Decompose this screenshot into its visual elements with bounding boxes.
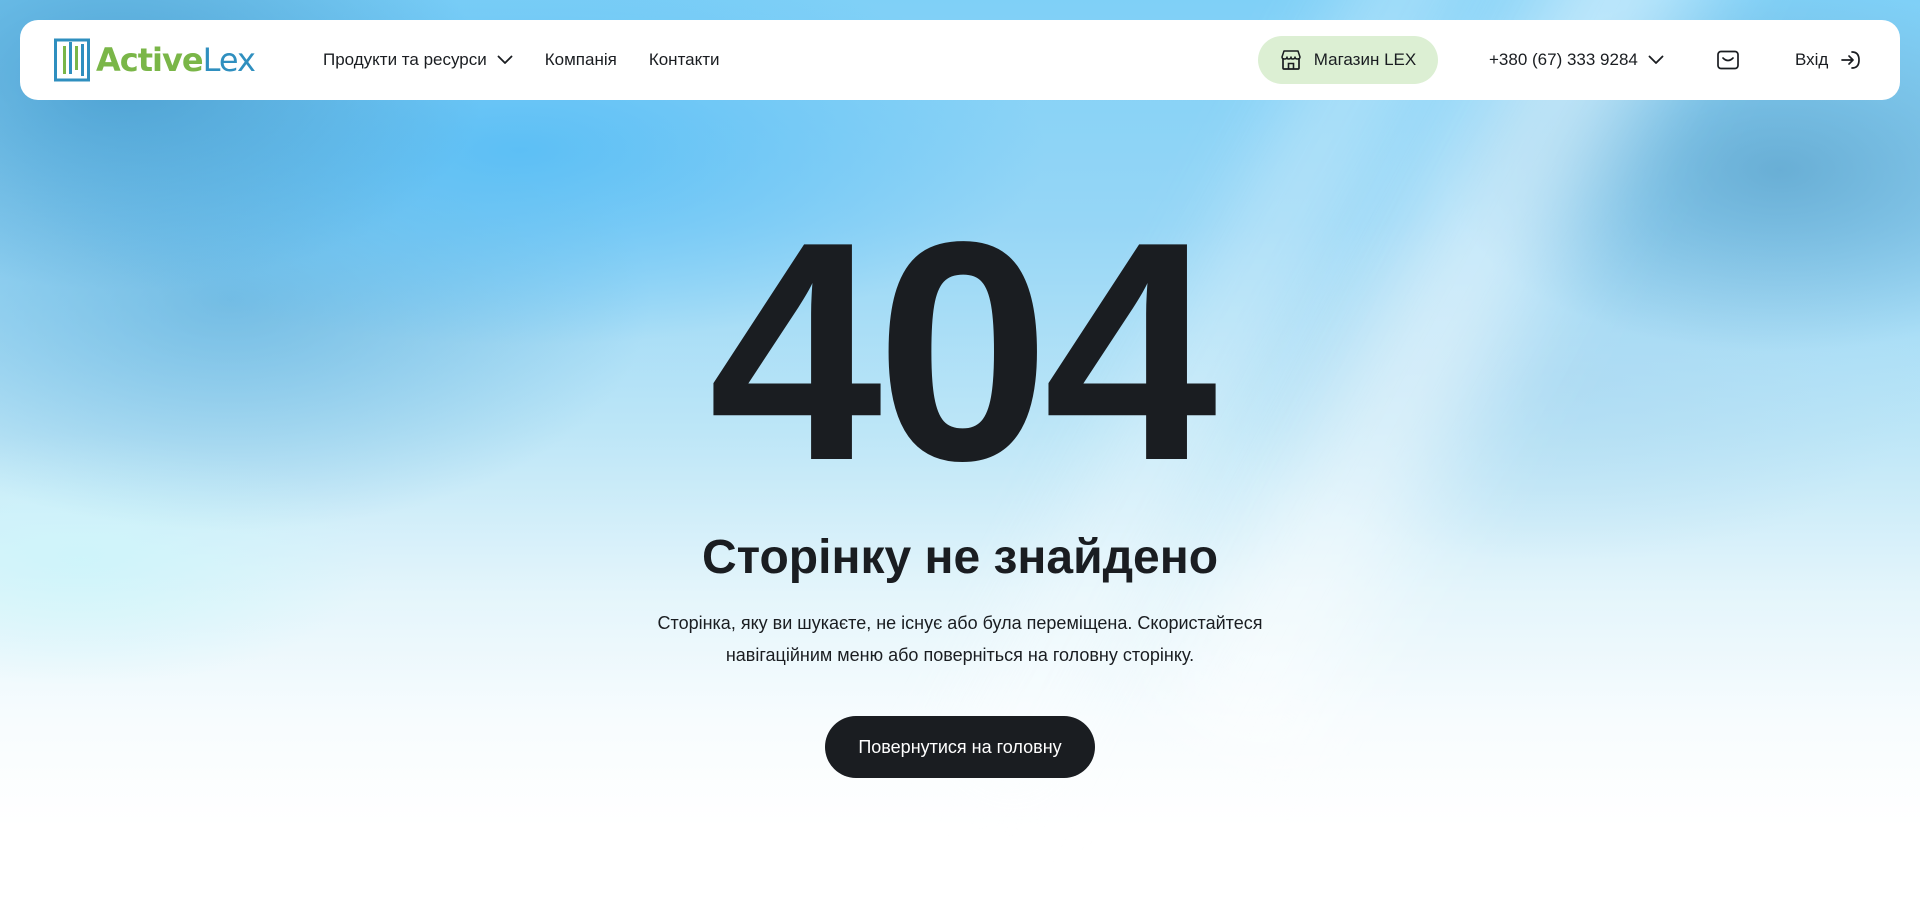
back-home-button-label: Повернутися на головну xyxy=(858,736,1062,757)
chevron-down-icon xyxy=(1648,50,1664,70)
store-button[interactable]: Магазин LEX xyxy=(1258,36,1438,84)
chevron-down-icon xyxy=(497,50,513,70)
store-icon xyxy=(1280,49,1302,71)
nav-item-label: Продукти та ресурси xyxy=(323,50,487,69)
nav-item-products[interactable]: Продукти та ресурси xyxy=(323,50,513,70)
mail-icon[interactable] xyxy=(1716,48,1740,72)
top-navbar: ActiveLex Продукти та ресурси Компанія К… xyxy=(20,20,1900,100)
nav-item-company[interactable]: Компанія xyxy=(545,50,617,70)
logo-mark-icon xyxy=(54,38,90,82)
phone-number: +380 (67) 333 9284 xyxy=(1489,50,1638,69)
main-nav: Продукти та ресурси Компанія Контакти xyxy=(323,20,720,100)
login-label: Вхід xyxy=(1795,50,1829,69)
phone-dropdown[interactable]: +380 (67) 333 9284 xyxy=(1489,20,1664,100)
logo-text-lex: Lex xyxy=(202,41,256,79)
store-button-label: Магазин LEX xyxy=(1313,50,1417,69)
error-code: 404 xyxy=(708,178,1218,526)
back-home-button[interactable]: Повернутися на головну xyxy=(825,716,1095,778)
page-title: Сторінку не знайдено xyxy=(701,531,1219,584)
login-button[interactable]: Вхід xyxy=(1795,20,1862,100)
nav-item-contacts[interactable]: Контакти xyxy=(649,50,720,70)
logo-link[interactable]: ActiveLex xyxy=(54,38,256,82)
nav-item-label: Компанія xyxy=(544,50,617,69)
nav-item-label: Контакти xyxy=(648,50,720,69)
logo-text-active: Active xyxy=(96,41,204,79)
login-arrow-icon xyxy=(1840,49,1862,71)
error-description: Сторінка, яку ви шукаєте, не існує або б… xyxy=(657,613,1263,665)
logo-wordmark: ActiveLex xyxy=(96,38,256,82)
